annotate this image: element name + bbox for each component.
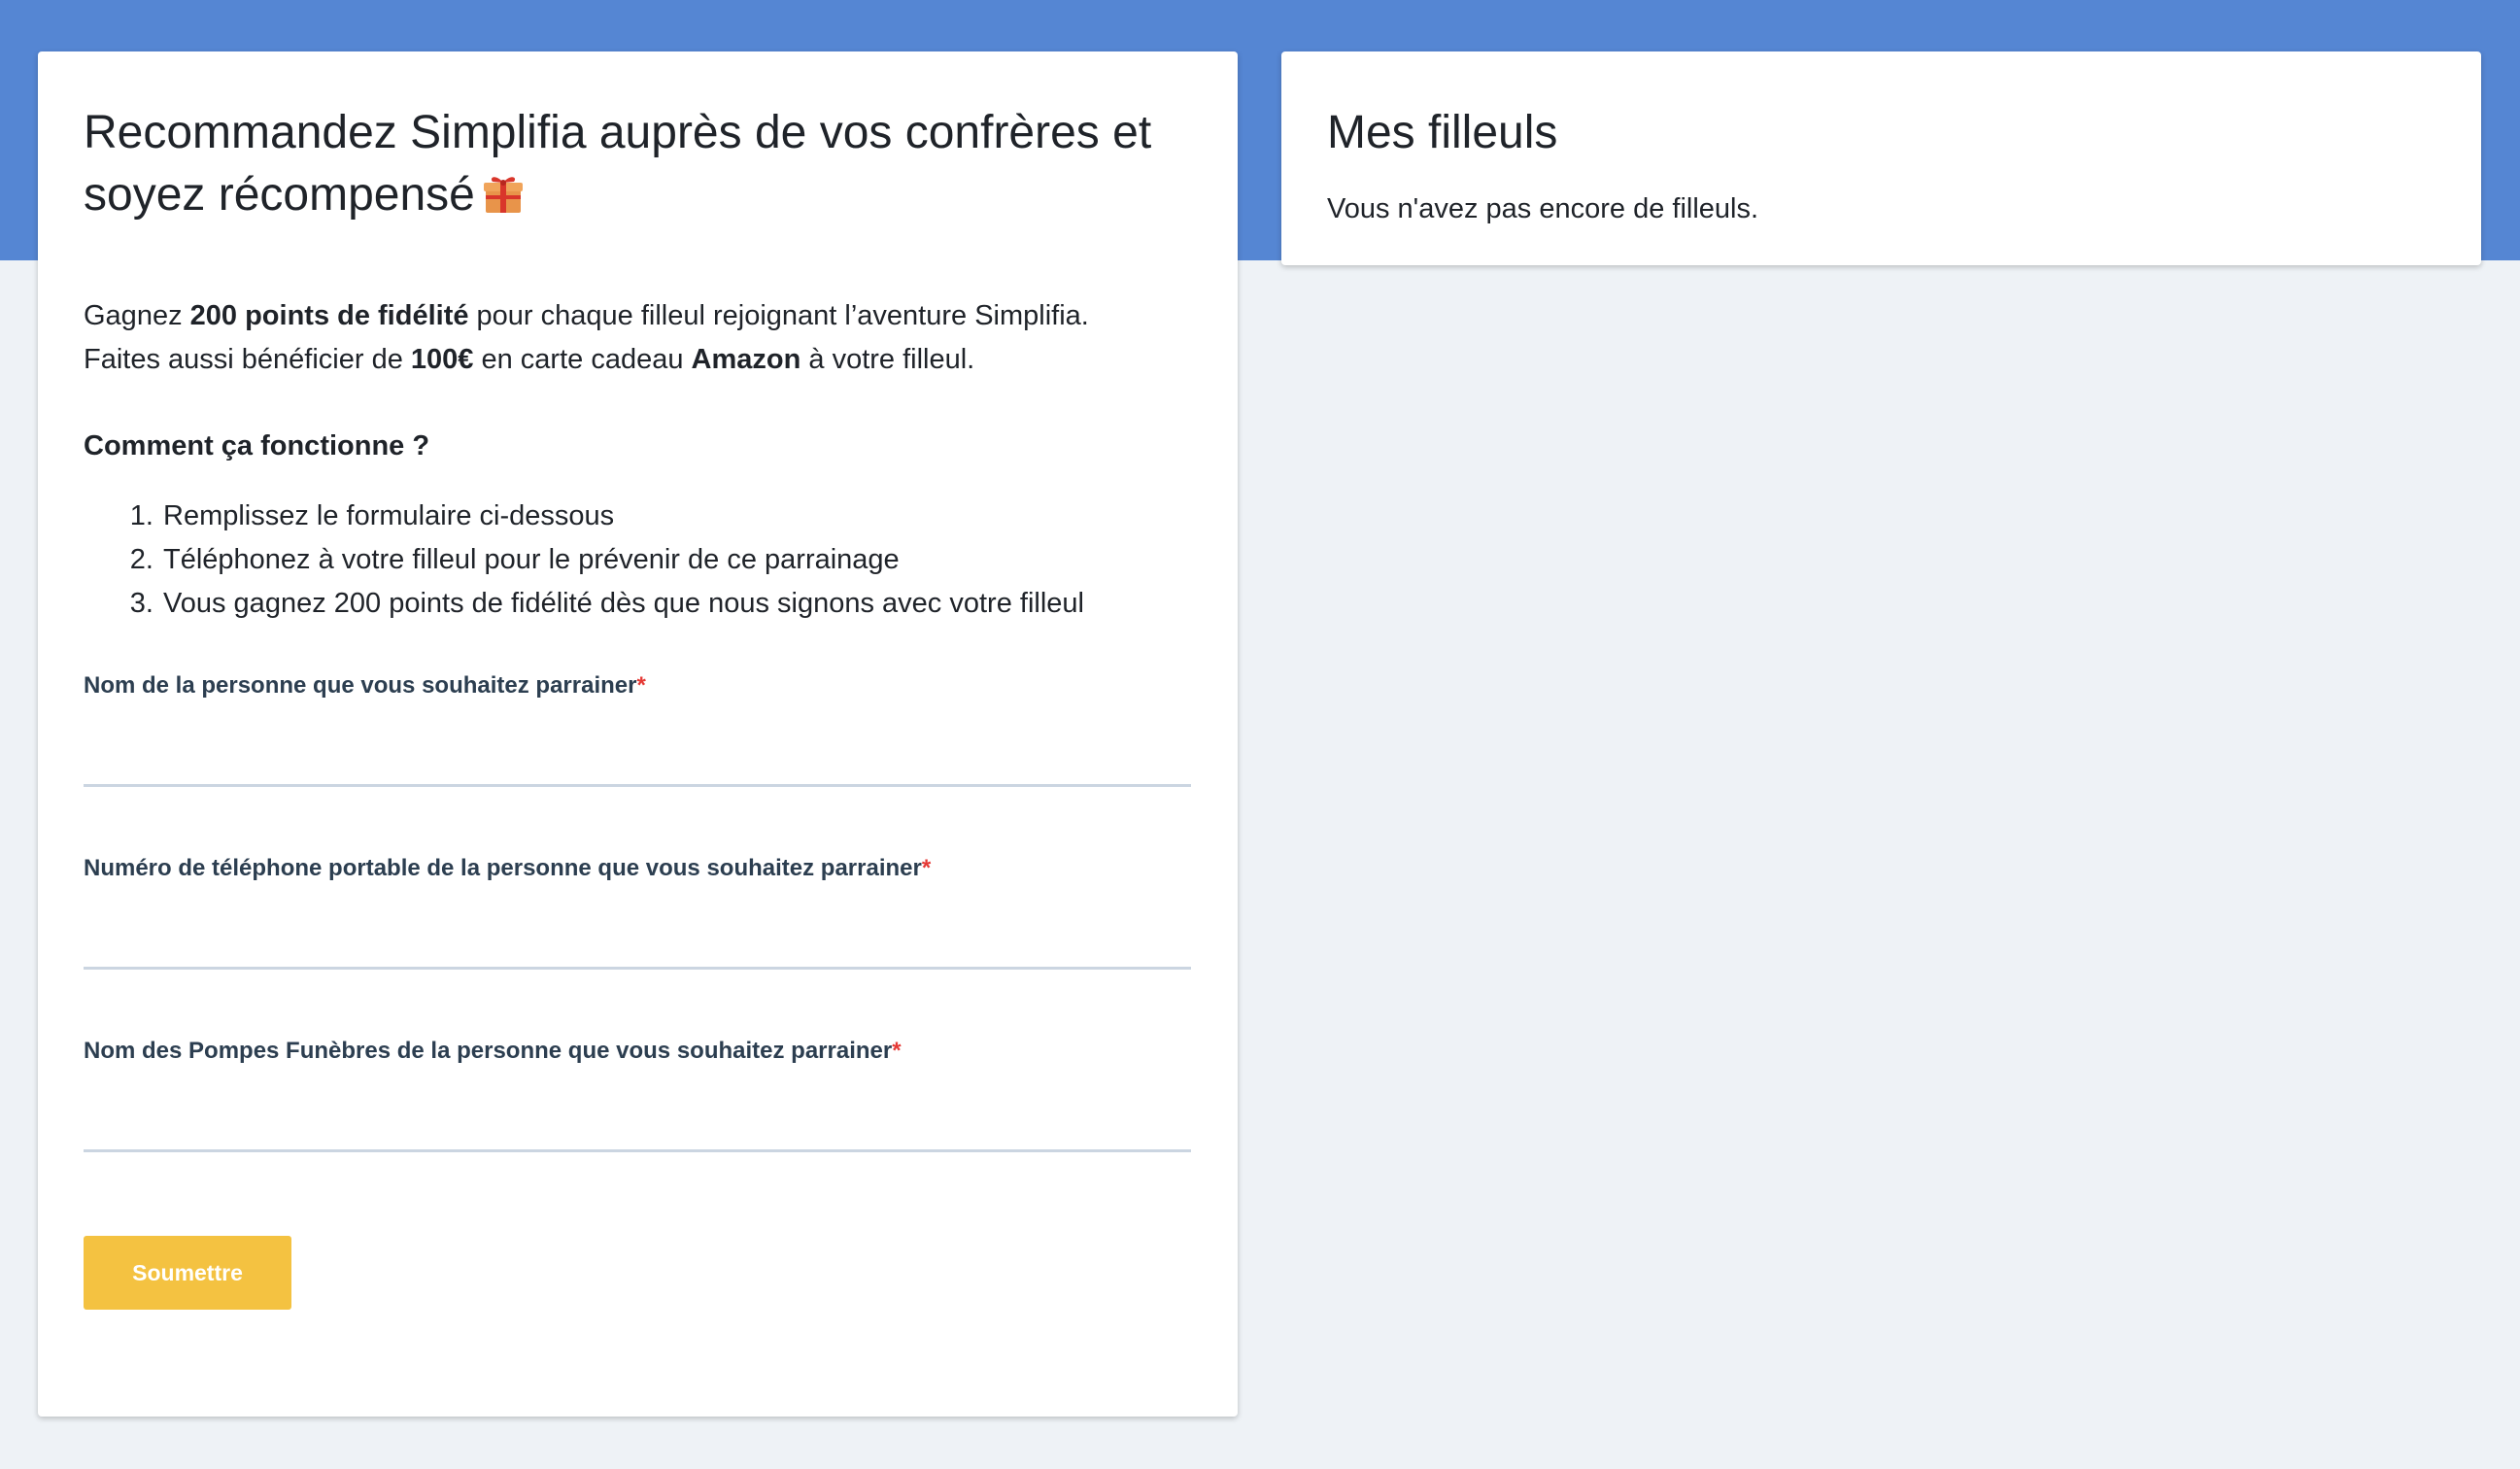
step-item: Remplissez le formulaire ci-dessous — [161, 495, 1191, 538]
intro-brand-highlight: Amazon — [691, 344, 801, 375]
required-mark: * — [636, 672, 646, 699]
intro-line1-suffix: pour chaque filleul rejoignant l’aventur… — [468, 300, 1089, 331]
referral-form-card: Recommandez Simplifia auprès de vos conf… — [38, 51, 1238, 1417]
intro-amount-highlight: 100€ — [410, 344, 474, 375]
referral-form-title: Recommandez Simplifia auprès de vos conf… — [84, 102, 1191, 232]
required-mark: * — [892, 1038, 902, 1064]
how-it-works-title: Comment ça fonctionne ? — [84, 430, 430, 461]
referral-name-label: Nom de la personne que vous souhaitez pa… — [84, 670, 1191, 701]
gift-icon — [481, 170, 526, 232]
intro-line-2: Faites aussi bénéficier de 100€ en carte… — [84, 338, 1191, 382]
required-mark: * — [921, 855, 932, 881]
referrals-title: Mes filleuls — [1327, 107, 1558, 158]
intro-points-highlight: 200 points de fidélité — [189, 300, 469, 331]
referral-title-line1: Recommandez Simplifia auprès de vos conf… — [84, 107, 1152, 158]
referral-phone-label-text: Numéro de téléphone portable de la perso… — [84, 855, 922, 881]
how-it-works-steps: Remplissez le formulaire ci-dessous Télé… — [84, 495, 1191, 626]
intro-line2-prefix: Faites aussi bénéficier de — [84, 344, 411, 375]
referral-name-input[interactable] — [84, 715, 1191, 787]
referral-intro: Gagnez 200 points de fidélité pour chaqu… — [84, 294, 1191, 382]
referral-funeral-home-input[interactable] — [84, 1080, 1191, 1152]
intro-line2-suffix: à votre filleul. — [800, 344, 975, 375]
step-item: Téléphonez à votre filleul pour le préve… — [161, 538, 1191, 582]
referral-funeral-home-field: Nom des Pompes Funèbres de la personne q… — [84, 1036, 1191, 1152]
referral-phone-label: Numéro de téléphone portable de la perso… — [84, 853, 1191, 884]
referral-title-line2: soyez récompensé — [84, 169, 475, 221]
intro-line1-prefix: Gagnez — [84, 300, 190, 331]
referrals-empty-message: Vous n'avez pas encore de filleuls. — [1327, 193, 1759, 224]
referral-funeral-home-label-text: Nom des Pompes Funèbres de la personne q… — [84, 1038, 893, 1064]
referral-phone-field: Numéro de téléphone portable de la perso… — [84, 853, 1191, 970]
submit-button[interactable]: Soumettre — [84, 1236, 291, 1310]
referral-funeral-home-label: Nom des Pompes Funèbres de la personne q… — [84, 1036, 1191, 1067]
step-item: Vous gagnez 200 points de fidélité dès q… — [161, 582, 1191, 626]
referral-phone-input[interactable] — [84, 898, 1191, 970]
intro-line-1: Gagnez 200 points de fidélité pour chaqu… — [84, 294, 1191, 338]
referral-name-label-text: Nom de la personne que vous souhaitez pa… — [84, 672, 637, 699]
referral-name-field: Nom de la personne que vous souhaitez pa… — [84, 670, 1191, 787]
referrals-card: Mes filleuls Vous n'avez pas encore de f… — [1281, 51, 2481, 265]
intro-line2-middle: en carte cadeau — [473, 344, 692, 375]
